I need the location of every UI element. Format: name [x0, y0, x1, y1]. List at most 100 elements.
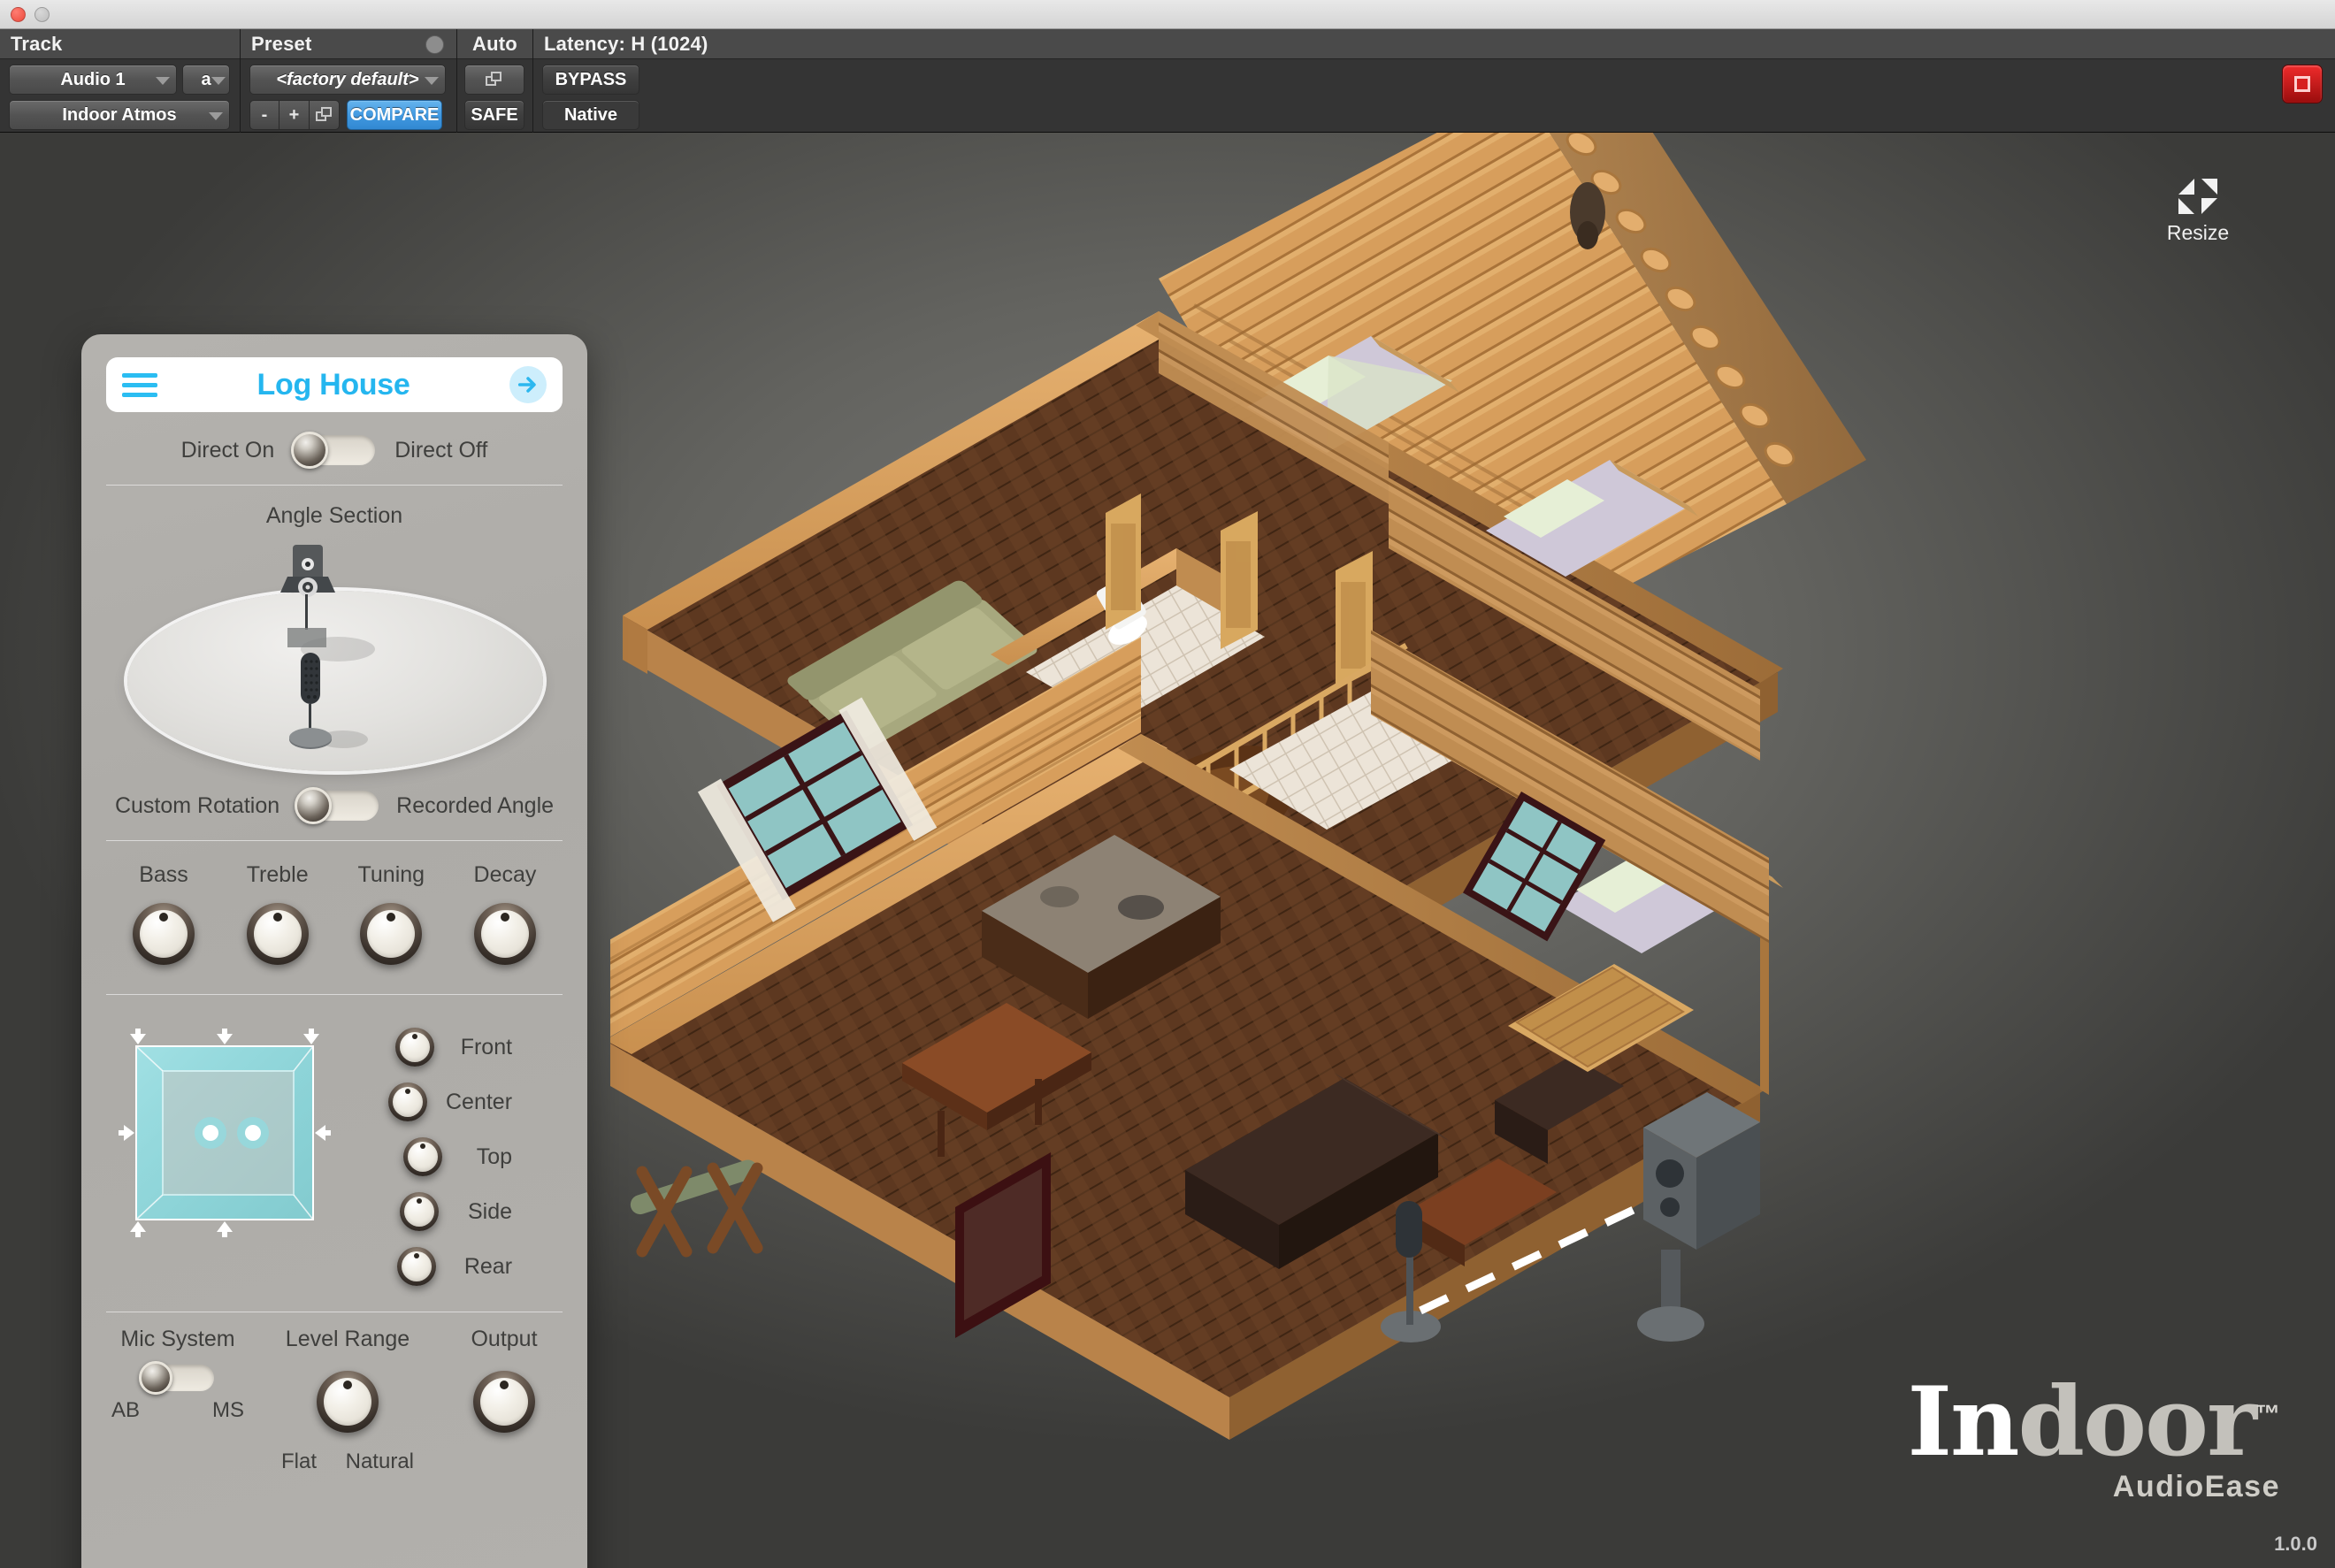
close-window-button[interactable] — [11, 7, 26, 22]
front-knob-label: Front — [460, 1034, 513, 1059]
copy-icon — [315, 107, 333, 123]
brand-name-light: In — [1907, 1366, 2019, 1479]
knob-cell-tuning: Tuning — [337, 862, 445, 975]
chevron-down-icon — [156, 77, 170, 85]
compare-label: COMPARE — [349, 104, 440, 125]
treble-knob[interactable] — [237, 893, 318, 975]
track-select-dropdown[interactable]: Audio 1 — [9, 65, 177, 95]
speaker-knob-front: Front — [382, 1021, 512, 1073]
level-range-label: Level Range — [285, 1327, 410, 1351]
tuning-knob-label: Tuning — [357, 862, 425, 887]
direct-on-label: Direct On — [180, 437, 275, 463]
latency-section: Latency: H (1024) BYPASS Native — [533, 29, 2335, 133]
record-enable-icon[interactable] — [2282, 65, 2323, 103]
center-knob[interactable] — [382, 1076, 433, 1128]
level-range-knob[interactable] — [307, 1361, 388, 1442]
preset-menu-chevron-icon[interactable] — [425, 35, 444, 54]
side-knob[interactable] — [394, 1186, 445, 1237]
angle-section-widget[interactable] — [106, 536, 563, 782]
plugin-select-label: Indoor Atmos — [62, 104, 177, 125]
rotation-toggle-row: Custom Rotation Recorded Angle — [106, 787, 563, 824]
divider — [106, 994, 563, 995]
collapse-arrows-icon — [2175, 177, 2221, 216]
track-section-header: Track — [0, 29, 240, 59]
speaker-knob-rear: Rear — [382, 1241, 512, 1292]
window-titlebar — [0, 0, 2335, 29]
trademark-symbol: ™ — [2255, 1400, 2280, 1428]
angle-section-label: Angle Section — [265, 503, 403, 528]
rotation-toggle-switch[interactable] — [295, 787, 379, 824]
direct-toggle-switch[interactable] — [291, 432, 376, 469]
copy-icon — [486, 72, 503, 88]
arrow-right-circle-icon[interactable] — [509, 366, 547, 403]
preset-next-label: + — [288, 104, 300, 125]
automation-button[interactable] — [464, 65, 524, 95]
minimize-window-button[interactable] — [34, 7, 50, 22]
preset-copy-button[interactable] — [310, 100, 340, 130]
chevron-down-icon — [209, 112, 223, 120]
studio-speaker-icon — [280, 545, 335, 647]
decay-knob[interactable] — [464, 893, 546, 975]
auto-section-header: Auto — [457, 29, 532, 59]
speaker-knob-center: Center — [382, 1076, 512, 1128]
bypass-button[interactable]: BYPASS — [542, 65, 639, 95]
level-range-control: Level Range Flat Natural — [281, 1327, 414, 1474]
preset-section: Preset <factory default> - + COMPARE — [241, 29, 457, 133]
divider — [106, 840, 563, 841]
knob-cell-treble: Treble — [224, 862, 332, 975]
level-range-flat-label: Flat — [281, 1449, 318, 1473]
latency-header: Latency: H (1024) — [533, 29, 2335, 59]
tone-knob-row: Bass Treble Tuning Decay — [106, 862, 563, 975]
top-knob[interactable] — [397, 1131, 448, 1182]
mic-system-ms-label: MS — [212, 1398, 244, 1422]
insert-slot-dropdown[interactable]: a — [182, 65, 230, 95]
page-title: Log House — [256, 367, 410, 402]
panel-header: Log House — [106, 357, 563, 412]
output-knob[interactable] — [463, 1361, 545, 1442]
format-button[interactable]: Native — [542, 100, 639, 130]
speaker-knob-side: Side — [382, 1186, 512, 1237]
plugin-background-stage: Resize Indoor™ AudioEase 1.0.0 Log House… — [0, 133, 2335, 1568]
preset-previous-button[interactable]: - — [249, 100, 279, 130]
safe-button[interactable]: SAFE — [464, 100, 524, 130]
side-knob-label: Side — [468, 1198, 513, 1224]
hamburger-menu-icon[interactable] — [122, 372, 157, 397]
brand-wordmark: Indoor™ — [1907, 1374, 2280, 1470]
preset-previous-label: - — [261, 104, 268, 125]
version-label: 1.0.0 — [2274, 1533, 2317, 1555]
tuning-knob[interactable] — [350, 893, 432, 975]
bottom-controls: Mic System AB MS Level Range Flat Natura… — [106, 1327, 563, 1474]
top-knob-label: Top — [476, 1143, 513, 1169]
track-select-label: Audio 1 — [60, 69, 126, 89]
speaker-knob-list: Front Center Top Side Rear — [382, 1020, 512, 1292]
rear-knob[interactable] — [391, 1241, 442, 1292]
brand-logo: Indoor™ AudioEase — [1907, 1374, 2280, 1504]
output-label: Output — [471, 1327, 538, 1351]
front-knob[interactable] — [389, 1021, 440, 1073]
safe-label: SAFE — [471, 104, 518, 125]
divider — [106, 485, 563, 486]
mic-system-label: Mic System — [120, 1327, 235, 1351]
compare-button[interactable]: COMPARE — [347, 100, 442, 130]
mic-system-switch[interactable] — [139, 1361, 214, 1395]
treble-knob-label: Treble — [246, 862, 309, 887]
decay-knob-label: Decay — [473, 862, 537, 887]
speaker-knob-top: Top — [382, 1131, 512, 1182]
brand-name-dim: door — [2017, 1366, 2257, 1479]
plugin-host-toolbar: Track Audio 1 a Indoor Atmos Preset <fac… — [0, 29, 2335, 133]
auto-section: Auto SAFE — [457, 29, 533, 133]
log-cabin-render — [610, 133, 2070, 1486]
direct-toggle-row: Direct On Direct Off — [106, 432, 563, 469]
output-control: Output — [451, 1327, 557, 1474]
plugin-select-dropdown[interactable]: Indoor Atmos — [9, 100, 230, 130]
window-traffic-lights — [11, 7, 50, 22]
microphone-stand-icon — [289, 653, 332, 749]
resize-label: Resize — [2166, 221, 2230, 244]
bass-knob[interactable] — [123, 893, 204, 975]
room-cube-icon[interactable] — [111, 1020, 352, 1248]
preset-select-dropdown[interactable]: <factory default> — [249, 65, 446, 95]
format-label: Native — [563, 104, 618, 125]
bass-knob-label: Bass — [139, 862, 188, 887]
preset-next-button[interactable]: + — [279, 100, 310, 130]
resize-control[interactable]: Resize — [2145, 177, 2251, 245]
